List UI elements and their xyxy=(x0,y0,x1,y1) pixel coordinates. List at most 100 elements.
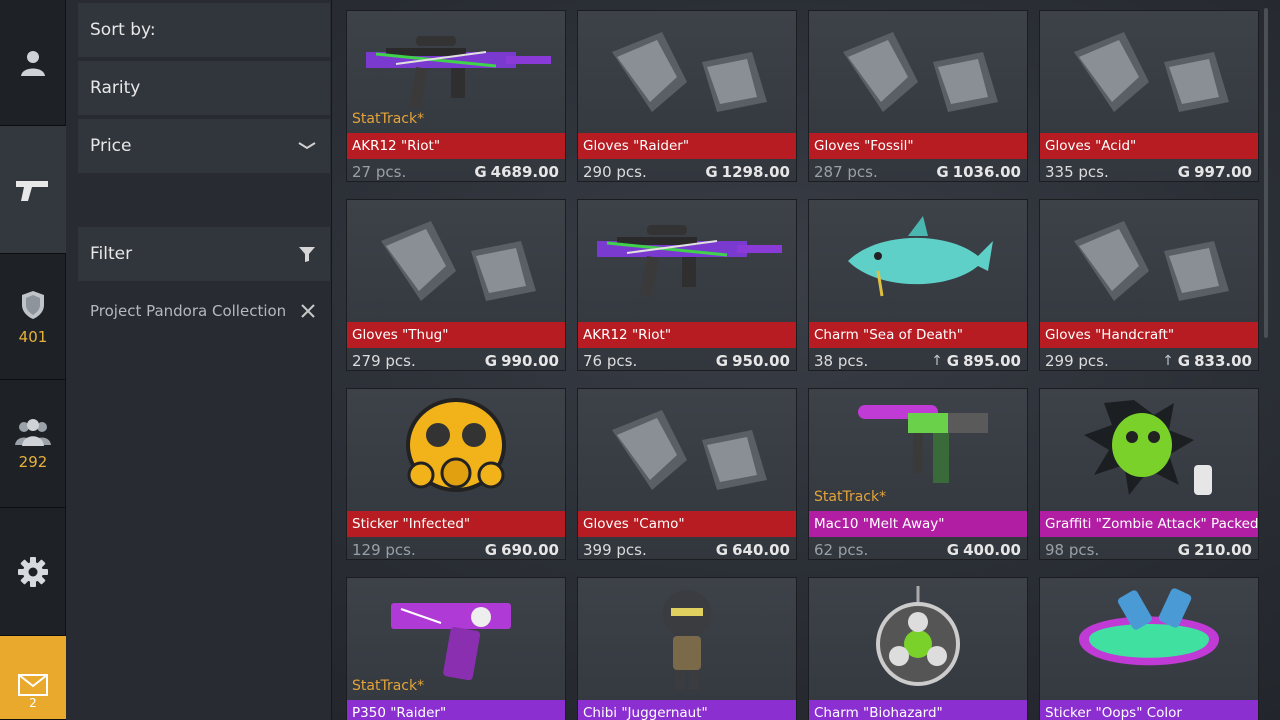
price-up-icon: ↑ xyxy=(1162,353,1174,369)
chibi-icon xyxy=(578,578,796,700)
price-value: 1036.00 xyxy=(952,163,1021,181)
inventory-screen: 401 292 2 Sort by: Rarity Price Filter P… xyxy=(0,0,1280,720)
sort-price-option[interactable]: Price xyxy=(78,119,330,173)
sort-by-label: Sort by: xyxy=(90,20,156,40)
item-quantity: 27 pcs. xyxy=(352,163,407,181)
sort-rarity-option[interactable]: Rarity xyxy=(78,61,330,115)
item-card[interactable]: Gloves "Fossil" 287 pcs. G 1036.00 xyxy=(808,10,1028,182)
gloves-icon xyxy=(347,200,565,322)
item-name: Gloves "Camo" xyxy=(578,511,796,537)
item-card[interactable]: Gloves "Raider" 290 pcs. G 1298.00 xyxy=(577,10,797,182)
item-price: ↑ G 895.00 xyxy=(931,352,1021,370)
item-card[interactable]: StatTrack* P350 "Raider" xyxy=(346,577,566,720)
rail-weapons[interactable] xyxy=(0,126,66,254)
item-card[interactable]: Sticker "Infected" 129 pcs. G 690.00 xyxy=(346,388,566,560)
rail-friends[interactable]: 292 xyxy=(0,380,66,508)
item-name: Sticker "Oops" Color xyxy=(1040,700,1258,720)
left-rail: 401 292 2 xyxy=(0,0,66,720)
rail-profile[interactable] xyxy=(0,0,66,126)
item-name: P350 "Raider" xyxy=(347,700,565,720)
rail-mail[interactable]: 2 xyxy=(0,636,66,720)
currency-icon: G xyxy=(705,163,718,181)
item-card[interactable]: Charm "Sea of Death" 38 pcs. ↑ G 895.00 xyxy=(808,199,1028,371)
item-name: Gloves "Acid" xyxy=(1040,133,1258,159)
item-name: Gloves "Handcraft" xyxy=(1040,322,1258,348)
price-value: 400.00 xyxy=(963,541,1021,559)
item-name: AKR12 "Riot" xyxy=(578,322,796,348)
item-price: G 1036.00 xyxy=(936,163,1021,181)
gloves-icon xyxy=(1040,11,1258,133)
item-price: G 1298.00 xyxy=(705,163,790,181)
currency-icon: G xyxy=(946,352,960,370)
rank-shield-icon xyxy=(22,290,44,319)
mail-count: 2 xyxy=(29,695,37,710)
item-quantity: 335 pcs. xyxy=(1045,163,1109,181)
stattrack-label: StatTrack* xyxy=(814,489,887,505)
item-name: Charm "Biohazard" xyxy=(809,700,1027,720)
item-card[interactable]: StatTrack* AKR12 "Riot" 27 pcs. G 4689.00 xyxy=(346,10,566,182)
item-name: Mac10 "Melt Away" xyxy=(809,511,1027,537)
item-quantity: 279 pcs. xyxy=(352,352,416,370)
item-card[interactable]: Graffiti "Zombie Attack" Packed 98 pcs. G 2… xyxy=(1039,388,1259,560)
price-value: 895.00 xyxy=(963,352,1021,370)
stattrack-label: StatTrack* xyxy=(352,678,425,694)
pistol-icon xyxy=(16,180,48,201)
item-card[interactable]: Gloves "Handcraft" 299 pcs. ↑ G 833.00 xyxy=(1039,199,1259,371)
rail-settings[interactable] xyxy=(0,508,66,636)
currency-icon: G xyxy=(484,541,498,559)
price-up-icon: ↑ xyxy=(931,353,943,369)
item-card[interactable]: Charm "Biohazard" xyxy=(808,577,1028,720)
currency-icon: G xyxy=(1177,541,1191,559)
funnel-icon xyxy=(299,247,315,262)
price-label: Price xyxy=(90,136,132,156)
item-quantity: 76 pcs. xyxy=(583,352,638,370)
item-price: G 990.00 xyxy=(485,352,559,370)
currency-icon: G xyxy=(1177,163,1191,181)
price-value: 1298.00 xyxy=(721,163,790,181)
item-quantity: 299 pcs. xyxy=(1045,352,1109,370)
filter-label: Filter xyxy=(90,244,133,264)
item-card[interactable]: Gloves "Thug" 279 pcs. G 990.00 xyxy=(346,199,566,371)
sort-by-header: Sort by: xyxy=(78,3,330,57)
item-quantity: 129 pcs. xyxy=(352,541,416,559)
item-price: ↑ G 833.00 xyxy=(1162,352,1252,370)
gloves-icon xyxy=(578,389,796,511)
item-price: G 640.00 xyxy=(716,541,790,559)
item-card[interactable]: StatTrack* Mac10 "Melt Away" 62 pcs. G 400.0… xyxy=(808,388,1028,560)
item-name: Gloves "Fossil" xyxy=(809,133,1027,159)
friends-icon xyxy=(15,418,51,446)
item-card[interactable]: Sticker "Oops" Color xyxy=(1039,577,1259,720)
gear-icon xyxy=(18,556,48,587)
gloves-icon xyxy=(578,11,796,133)
currency-icon: G xyxy=(1177,352,1191,370)
rank-count: 401 xyxy=(18,327,48,346)
close-icon[interactable] xyxy=(300,303,316,319)
currency-icon: G xyxy=(484,352,498,370)
price-value: 690.00 xyxy=(501,541,559,559)
item-price: G 210.00 xyxy=(1178,541,1252,559)
rail-rank[interactable]: 401 xyxy=(0,254,66,380)
price-value: 997.00 xyxy=(1194,163,1252,181)
item-name: Charm "Sea of Death" xyxy=(809,322,1027,348)
item-quantity: 399 pcs. xyxy=(583,541,647,559)
item-card[interactable]: AKR12 "Riot" 76 pcs. G 950.00 xyxy=(577,199,797,371)
item-name: Chibi "Juggernaut" xyxy=(578,700,796,720)
collection-chip-label: Project Pandora Collection xyxy=(90,302,287,320)
mail-icon xyxy=(18,673,48,696)
item-name: Sticker "Infected" xyxy=(347,511,565,537)
price-value: 210.00 xyxy=(1194,541,1252,559)
gloves-icon xyxy=(1040,200,1258,322)
item-price: G 400.00 xyxy=(947,541,1021,559)
currency-icon: G xyxy=(946,541,960,559)
zombie-graffiti-icon xyxy=(1040,389,1258,511)
filter-button[interactable]: Filter xyxy=(78,227,330,281)
gasmask-sticker-icon xyxy=(347,389,565,511)
item-card[interactable]: Chibi "Juggernaut" xyxy=(577,577,797,720)
item-card[interactable]: Gloves "Acid" 335 pcs. G 997.00 xyxy=(1039,10,1259,182)
currency-icon: G xyxy=(936,163,949,181)
stattrack-label: StatTrack* xyxy=(352,111,425,127)
currency-icon: G xyxy=(715,541,729,559)
item-card[interactable]: Gloves "Camo" 399 pcs. G 640.00 xyxy=(577,388,797,560)
scrollbar[interactable] xyxy=(1264,8,1268,338)
item-quantity: 38 pcs. xyxy=(814,352,869,370)
